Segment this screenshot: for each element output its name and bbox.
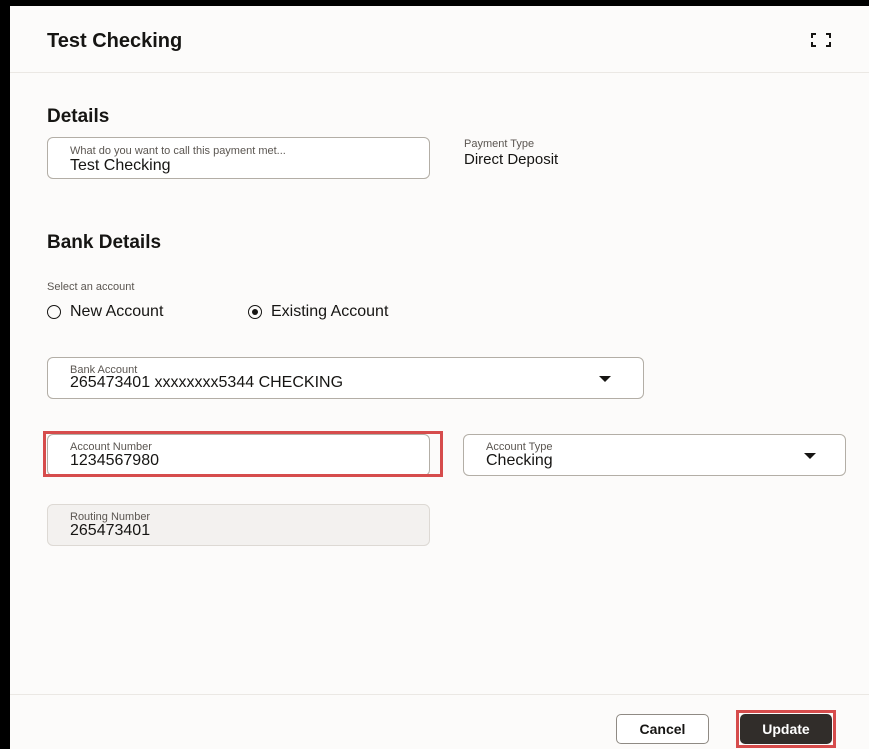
select-account-label: Select an account xyxy=(47,281,135,293)
account-type-select[interactable]: Account Type Checking xyxy=(463,434,846,476)
dialog-title: Test Checking xyxy=(47,30,183,52)
payment-method-name-label: What do you want to call this payment me… xyxy=(70,145,286,157)
expand-corners-icon[interactable] xyxy=(810,32,832,48)
existing-account-radio-option[interactable]: Existing Account xyxy=(248,303,388,321)
new-account-radio-option[interactable]: New Account xyxy=(47,303,163,321)
bank-account-value: 265473401 xxxxxxxx5344 CHECKING xyxy=(70,374,344,391)
cancel-button[interactable]: Cancel xyxy=(616,714,709,744)
routing-number-value: 265473401 xyxy=(70,522,151,539)
chevron-down-icon[interactable] xyxy=(804,453,816,459)
existing-account-label: Existing Account xyxy=(271,303,389,320)
edit-payment-method-dialog: Test Checking Details What do you want t… xyxy=(10,6,869,749)
new-account-radio[interactable] xyxy=(47,305,61,319)
payment-type-value: Direct Deposit xyxy=(464,151,559,168)
payment-method-name-field[interactable]: What do you want to call this payment me… xyxy=(47,137,430,179)
existing-account-radio[interactable] xyxy=(248,305,262,319)
bank-details-section-title: Bank Details xyxy=(47,232,162,253)
details-section-title: Details xyxy=(47,106,110,127)
update-button[interactable]: Update xyxy=(740,714,832,744)
account-type-value: Checking xyxy=(486,452,553,469)
payment-method-name-value: Test Checking xyxy=(70,157,171,174)
routing-number-field: Routing Number 265473401 xyxy=(47,504,430,546)
account-number-highlight xyxy=(43,431,443,477)
bank-account-select[interactable]: Bank Account 265473401 xxxxxxxx5344 CHEC… xyxy=(47,357,644,399)
dialog-header: Test Checking xyxy=(10,6,869,73)
dialog-footer: Cancel Update xyxy=(10,694,869,749)
new-account-label: New Account xyxy=(70,303,164,320)
chevron-down-icon[interactable] xyxy=(599,376,611,382)
payment-type-label: Payment Type xyxy=(464,138,535,150)
